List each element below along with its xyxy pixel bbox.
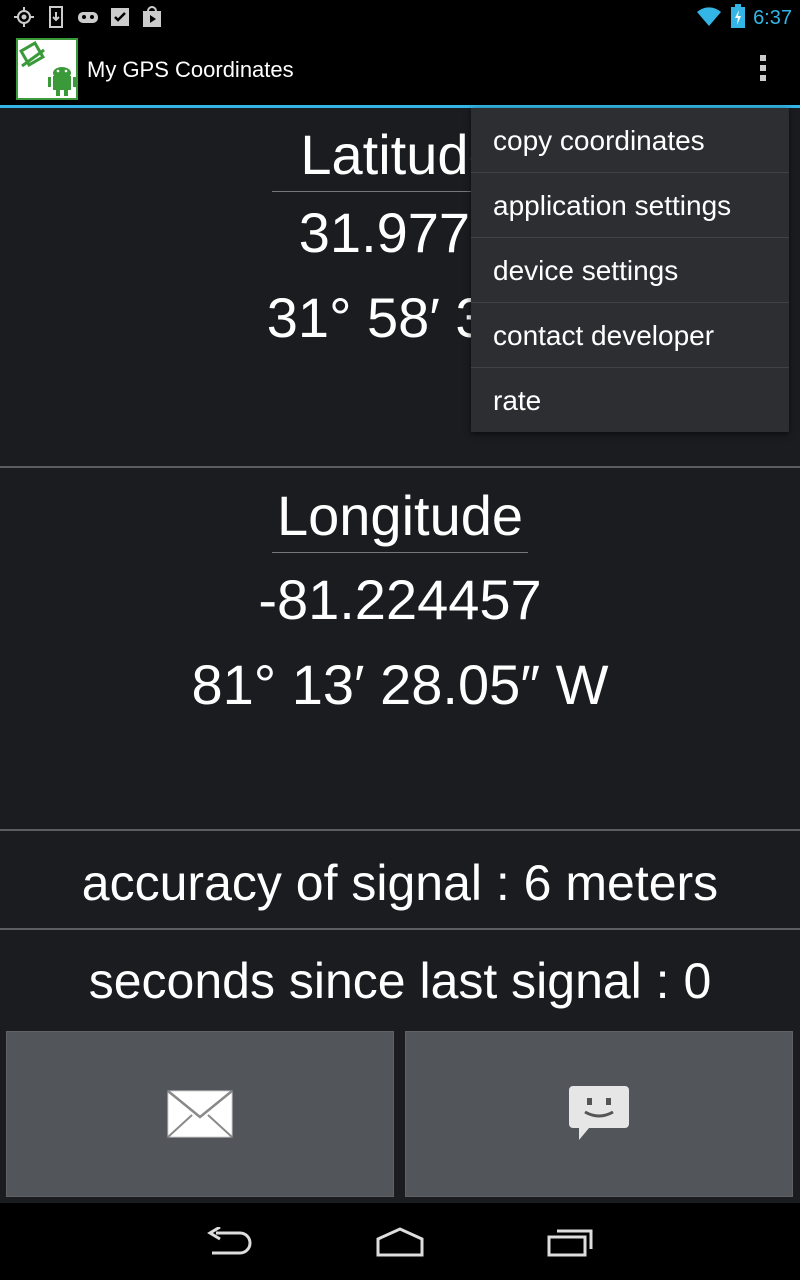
envelope-icon — [167, 1090, 233, 1138]
longitude-dms: 81° 13′ 28.05″ W — [191, 653, 609, 716]
app-logo-icon[interactable] — [16, 38, 78, 100]
overflow-dropdown-menu: copy coordinates application settings de… — [471, 108, 789, 432]
menu-item-application-settings[interactable]: application settings — [471, 173, 789, 238]
latitude-title-text: Latitude — [300, 123, 500, 186]
sms-button[interactable] — [405, 1031, 793, 1197]
gps-icon — [12, 5, 36, 29]
longitude-title: Longitude — [0, 483, 800, 553]
download-icon — [44, 5, 68, 29]
longitude-title-text: Longitude — [276, 484, 523, 547]
menu-item-copy-coordinates[interactable]: copy coordinates — [471, 108, 789, 173]
play-store-icon — [140, 5, 164, 29]
longitude-decimal: -81.224457 — [258, 568, 542, 631]
divider — [0, 466, 800, 468]
home-icon[interactable] — [375, 1227, 425, 1262]
overflow-menu-icon[interactable] — [756, 55, 770, 85]
battery-icon — [731, 4, 746, 33]
chat-smiley-icon — [569, 1086, 629, 1140]
notification-icons — [12, 5, 164, 29]
divider — [0, 829, 800, 831]
menu-item-contact-developer[interactable]: contact developer — [471, 303, 789, 368]
clock: 6:37 — [753, 7, 792, 29]
game-controller-icon — [76, 5, 100, 29]
action-bar: My GPS Coordinates — [0, 33, 800, 108]
app-title: My GPS Coordinates — [87, 57, 294, 82]
longitude-section: Longitude -81.224457 81° 13′ 28.05″ W — [0, 483, 800, 717]
back-icon[interactable] — [206, 1225, 254, 1262]
checklist-icon — [108, 5, 132, 29]
menu-item-device-settings[interactable]: device settings — [471, 238, 789, 303]
accuracy-text: accuracy of signal : 6 meters — [81, 855, 719, 911]
menu-item-rate[interactable]: rate — [471, 368, 789, 433]
divider — [0, 928, 800, 930]
navigation-bar — [0, 1203, 800, 1280]
status-bar: 6:37 — [0, 0, 800, 33]
recent-apps-icon[interactable] — [547, 1227, 595, 1262]
email-button[interactable] — [6, 1031, 394, 1197]
wifi-icon — [695, 4, 723, 33]
seconds-text: seconds since last signal : 0 — [88, 953, 712, 1009]
